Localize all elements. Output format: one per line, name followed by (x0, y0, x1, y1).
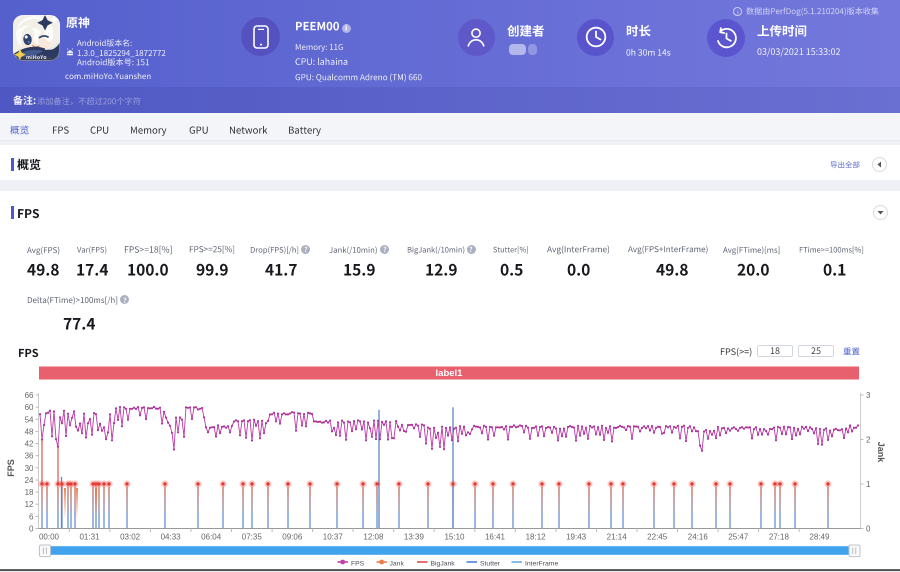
svg-text:25:47: 25:47 (728, 533, 749, 542)
svg-text:19:43: 19:43 (566, 533, 587, 542)
svg-text:24: 24 (25, 476, 34, 485)
svg-text:12:08: 12:08 (363, 533, 384, 542)
svg-text:04:33: 04:33 (161, 533, 182, 542)
svg-text:54: 54 (25, 415, 34, 424)
svg-text:30: 30 (25, 464, 34, 473)
svg-text:48: 48 (25, 427, 34, 436)
svg-text:22:45: 22:45 (647, 533, 668, 542)
svg-text:Stutter: Stutter (480, 561, 501, 568)
svg-text:0: 0 (866, 525, 871, 534)
svg-text:InterFrame: InterFrame (525, 561, 558, 568)
svg-text:03:02: 03:02 (120, 533, 141, 542)
svg-text:00:00: 00:00 (39, 533, 60, 542)
svg-text:06:04: 06:04 (201, 533, 222, 542)
svg-text:18:12: 18:12 (526, 533, 547, 542)
svg-text:01:31: 01:31 (79, 533, 100, 542)
svg-text:18: 18 (25, 488, 34, 497)
svg-text:66: 66 (25, 391, 34, 400)
svg-text:27:18: 27:18 (769, 533, 790, 542)
svg-text:21:14: 21:14 (607, 533, 628, 542)
svg-text:15:10: 15:10 (444, 533, 465, 542)
svg-text:07:35: 07:35 (242, 533, 263, 542)
svg-text:42: 42 (25, 440, 34, 449)
svg-text:28:49: 28:49 (809, 533, 830, 542)
svg-text:BigJank: BigJank (431, 561, 456, 568)
svg-text:09:06: 09:06 (282, 533, 303, 542)
svg-text:1: 1 (866, 480, 871, 489)
svg-text:Jank: Jank (876, 442, 886, 464)
svg-text:10:37: 10:37 (323, 533, 344, 542)
svg-text:FPS: FPS (351, 561, 365, 568)
svg-text:60: 60 (25, 403, 34, 412)
svg-text:13:39: 13:39 (404, 533, 425, 542)
svg-text:FPS: FPS (6, 459, 16, 477)
svg-text:Jank: Jank (390, 561, 405, 568)
svg-text:24:16: 24:16 (688, 533, 709, 542)
svg-text:12: 12 (25, 500, 34, 509)
svg-text:2: 2 (866, 436, 871, 445)
svg-text:6: 6 (29, 512, 34, 521)
svg-text:3: 3 (866, 391, 871, 400)
svg-text:16:41: 16:41 (485, 533, 506, 542)
svg-text:0: 0 (29, 525, 34, 534)
svg-text:36: 36 (25, 452, 34, 461)
svg-text:label1: label1 (436, 368, 464, 379)
